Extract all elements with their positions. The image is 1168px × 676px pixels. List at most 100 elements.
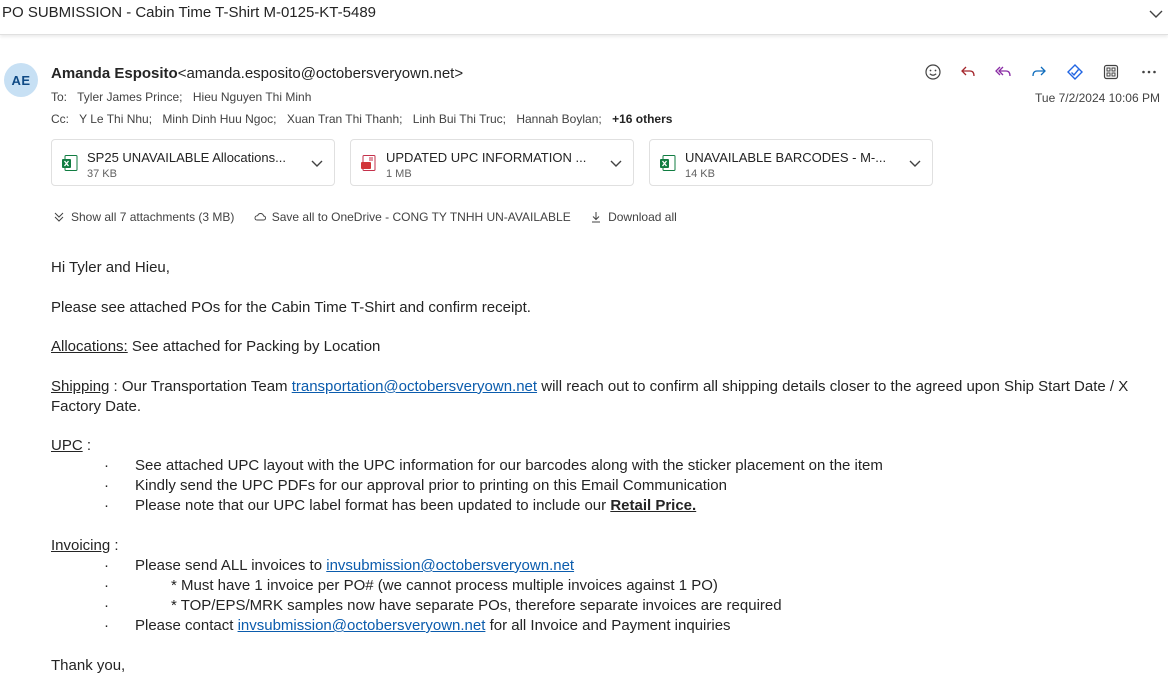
attachment-name: SP25 UNAVAILABLE Allocations... — [87, 150, 286, 165]
loop-icon — [1067, 64, 1083, 80]
chevron-down-icon[interactable] — [908, 156, 922, 170]
list-item: · Please send ALL invoices to invsubmissi… — [51, 556, 1161, 576]
message-body: Hi Tyler and Hieu, Please see attached P… — [51, 258, 1161, 676]
bullet: · — [104, 616, 109, 634]
pdf-file-icon — [361, 155, 376, 171]
chevron-down-icon[interactable] — [1148, 6, 1164, 22]
invoicing-colon: : — [110, 536, 119, 554]
intro-text: Please see attached POs for the Cabin Ti… — [51, 298, 531, 316]
attachment-actions: Show all 7 attachments (3 MB) Save all t… — [53, 210, 693, 226]
list-item-text: Kindly send the UPC PDFs for our approva… — [135, 477, 727, 495]
save-to-onedrive-link[interactable]: Save all to OneDrive - CONG TY TNHH UN-A… — [254, 210, 571, 224]
sender-line: Amanda Esposito<amanda.esposito@octobers… — [51, 65, 463, 82]
download-all-link[interactable]: Download all — [590, 210, 677, 224]
upc-label: UPC — [51, 437, 83, 455]
upc-heading: UPC : — [51, 436, 1161, 456]
save-onedrive-label: Save all to OneDrive - CONG TY TNHH UN-A… — [271, 210, 571, 224]
to-recipient[interactable]: Hieu Nguyen Thi Minh — [193, 90, 312, 104]
closing: Thank you, — [51, 656, 126, 674]
more-icon — [1142, 70, 1156, 74]
smiley-icon — [925, 64, 941, 80]
show-all-label: Show all 7 attachments (3 MB) — [71, 210, 235, 224]
allocations-label: Allocations: — [51, 338, 128, 356]
shipping-label: Shipping — [51, 377, 110, 395]
emoji-react-button[interactable] — [920, 60, 946, 84]
bullet: · — [104, 457, 109, 475]
bullet: · — [104, 596, 109, 614]
bullet: · — [104, 576, 109, 594]
attachment-card[interactable]: UPDATED UPC INFORMATION ... 1 MB — [350, 139, 634, 186]
list-item-text: See attached UPC layout with the UPC inf… — [135, 457, 883, 475]
reply-all-icon — [995, 66, 1011, 77]
show-all-attachments-link[interactable]: Show all 7 attachments (3 MB) — [53, 210, 234, 224]
bullet: · — [104, 477, 109, 495]
attachment-card[interactable]: UNAVAILABLE BARCODES - M-... 14 KB — [649, 139, 933, 186]
list-item-text: Please contact — [135, 616, 238, 634]
reply-icon — [961, 66, 975, 77]
reply-button[interactable] — [955, 60, 981, 84]
list-item: · See attached UPC layout with the UPC in… — [51, 456, 1161, 476]
cc-recipient[interactable]: Xuan Tran Thi Thanh; — [287, 112, 403, 126]
excel-file-icon — [660, 155, 676, 171]
bullet: · — [104, 556, 109, 574]
allocations-paragraph: Allocations: See attached for Packing by… — [51, 337, 1161, 357]
list-item: · Please note that our UPC label format h… — [51, 496, 1161, 516]
attachment-card[interactable]: SP25 UNAVAILABLE Allocations... 37 KB — [51, 139, 335, 186]
cc-label: Cc: — [51, 112, 69, 126]
shipping-paragraph: Shipping : Our Transportation Team trans… — [51, 377, 1161, 417]
cc-recipient[interactable]: Minh Dinh Huu Ngoc; — [162, 112, 276, 126]
to-label: To: — [51, 90, 68, 104]
attachment-name: UPDATED UPC INFORMATION ... — [386, 150, 587, 165]
invoice-email-link[interactable]: invsubmission@octobersveryown.net — [238, 617, 486, 634]
excel-file-icon — [62, 155, 78, 171]
cc-recipient[interactable]: Linh Bui Thi Truc; — [413, 112, 506, 126]
list-item-text: * Must have 1 invoice per PO# (we cannot… — [171, 576, 718, 594]
cc-more-button[interactable]: +16 others — [612, 112, 672, 126]
list-item-text: Please send ALL invoices to — [135, 556, 327, 574]
allocations-text: See attached for Packing by Location — [127, 338, 381, 356]
chevron-down-icon[interactable] — [310, 156, 324, 170]
to-recipients: To: Tyler James Prince; Hieu Nguyen Thi … — [51, 90, 318, 104]
invoicing-label: Invoicing — [51, 536, 111, 554]
reply-all-button[interactable] — [990, 60, 1016, 84]
download-all-label: Download all — [608, 210, 677, 224]
apps-grid-icon — [1103, 64, 1119, 80]
shipping-text: : Our Transportation Team — [109, 377, 292, 395]
cloud-icon — [254, 213, 266, 221]
attachment-name: UNAVAILABLE BARCODES - M-... — [685, 150, 887, 165]
list-item: · Please contact invsubmission@octobersve… — [51, 616, 1161, 636]
transportation-email-link[interactable]: transportation@octobersveryown.net — [292, 378, 537, 395]
attachment-size: 14 KB — [685, 168, 715, 180]
cc-recipient[interactable]: Y Le Thi Nhu; — [79, 112, 152, 126]
list-item-text: Please note that our UPC label format ha… — [135, 497, 611, 515]
attachment-size: 37 KB — [87, 168, 117, 180]
list-item-text: for all Invoice and Payment inquiries — [485, 616, 731, 634]
retail-price-text: Retail Price. — [610, 497, 697, 515]
download-icon — [592, 212, 601, 223]
sender-name[interactable]: Amanda Esposito — [51, 65, 178, 82]
email-subject: PO SUBMISSION - Cabin Time T-Shirt M-012… — [2, 4, 377, 21]
attachment-size: 1 MB — [386, 168, 412, 180]
upc-colon: : — [82, 437, 92, 455]
invoice-email-link[interactable]: invsubmission@octobersveryown.net — [326, 557, 574, 574]
sent-date: Tue 7/2/2024 10:06 PM — [1035, 91, 1160, 105]
list-item: · * TOP/EPS/MRK samples now have separate… — [51, 596, 1161, 616]
sender-email[interactable]: <amanda.esposito@octobersveryown.net> — [178, 65, 463, 82]
invoicing-heading: Invoicing : — [51, 536, 1161, 556]
avatar[interactable]: AE — [4, 63, 38, 97]
double-chevron-down-icon — [54, 212, 64, 222]
apps-button[interactable] — [1098, 60, 1124, 84]
list-item: · * Must have 1 invoice per PO# (we canno… — [51, 576, 1161, 596]
forward-button[interactable] — [1026, 60, 1052, 84]
to-recipient[interactable]: Tyler James Prince; — [77, 90, 182, 104]
forward-icon — [1032, 66, 1046, 77]
chevron-down-icon[interactable] — [609, 156, 623, 170]
greeting: Hi Tyler and Hieu, — [51, 259, 170, 276]
subject-bar: PO SUBMISSION - Cabin Time T-Shirt M-012… — [0, 0, 1168, 35]
list-item-text: * TOP/EPS/MRK samples now have separate … — [171, 596, 782, 614]
cc-recipients: Cc: Y Le Thi Nhu; Minh Dinh Huu Ngoc; Xu… — [51, 112, 679, 126]
loop-app-button[interactable] — [1062, 60, 1088, 84]
more-actions-button[interactable] — [1136, 60, 1162, 84]
list-item: · Kindly send the UPC PDFs for our approv… — [51, 476, 1161, 496]
cc-recipient[interactable]: Hannah Boylan; — [516, 112, 601, 126]
